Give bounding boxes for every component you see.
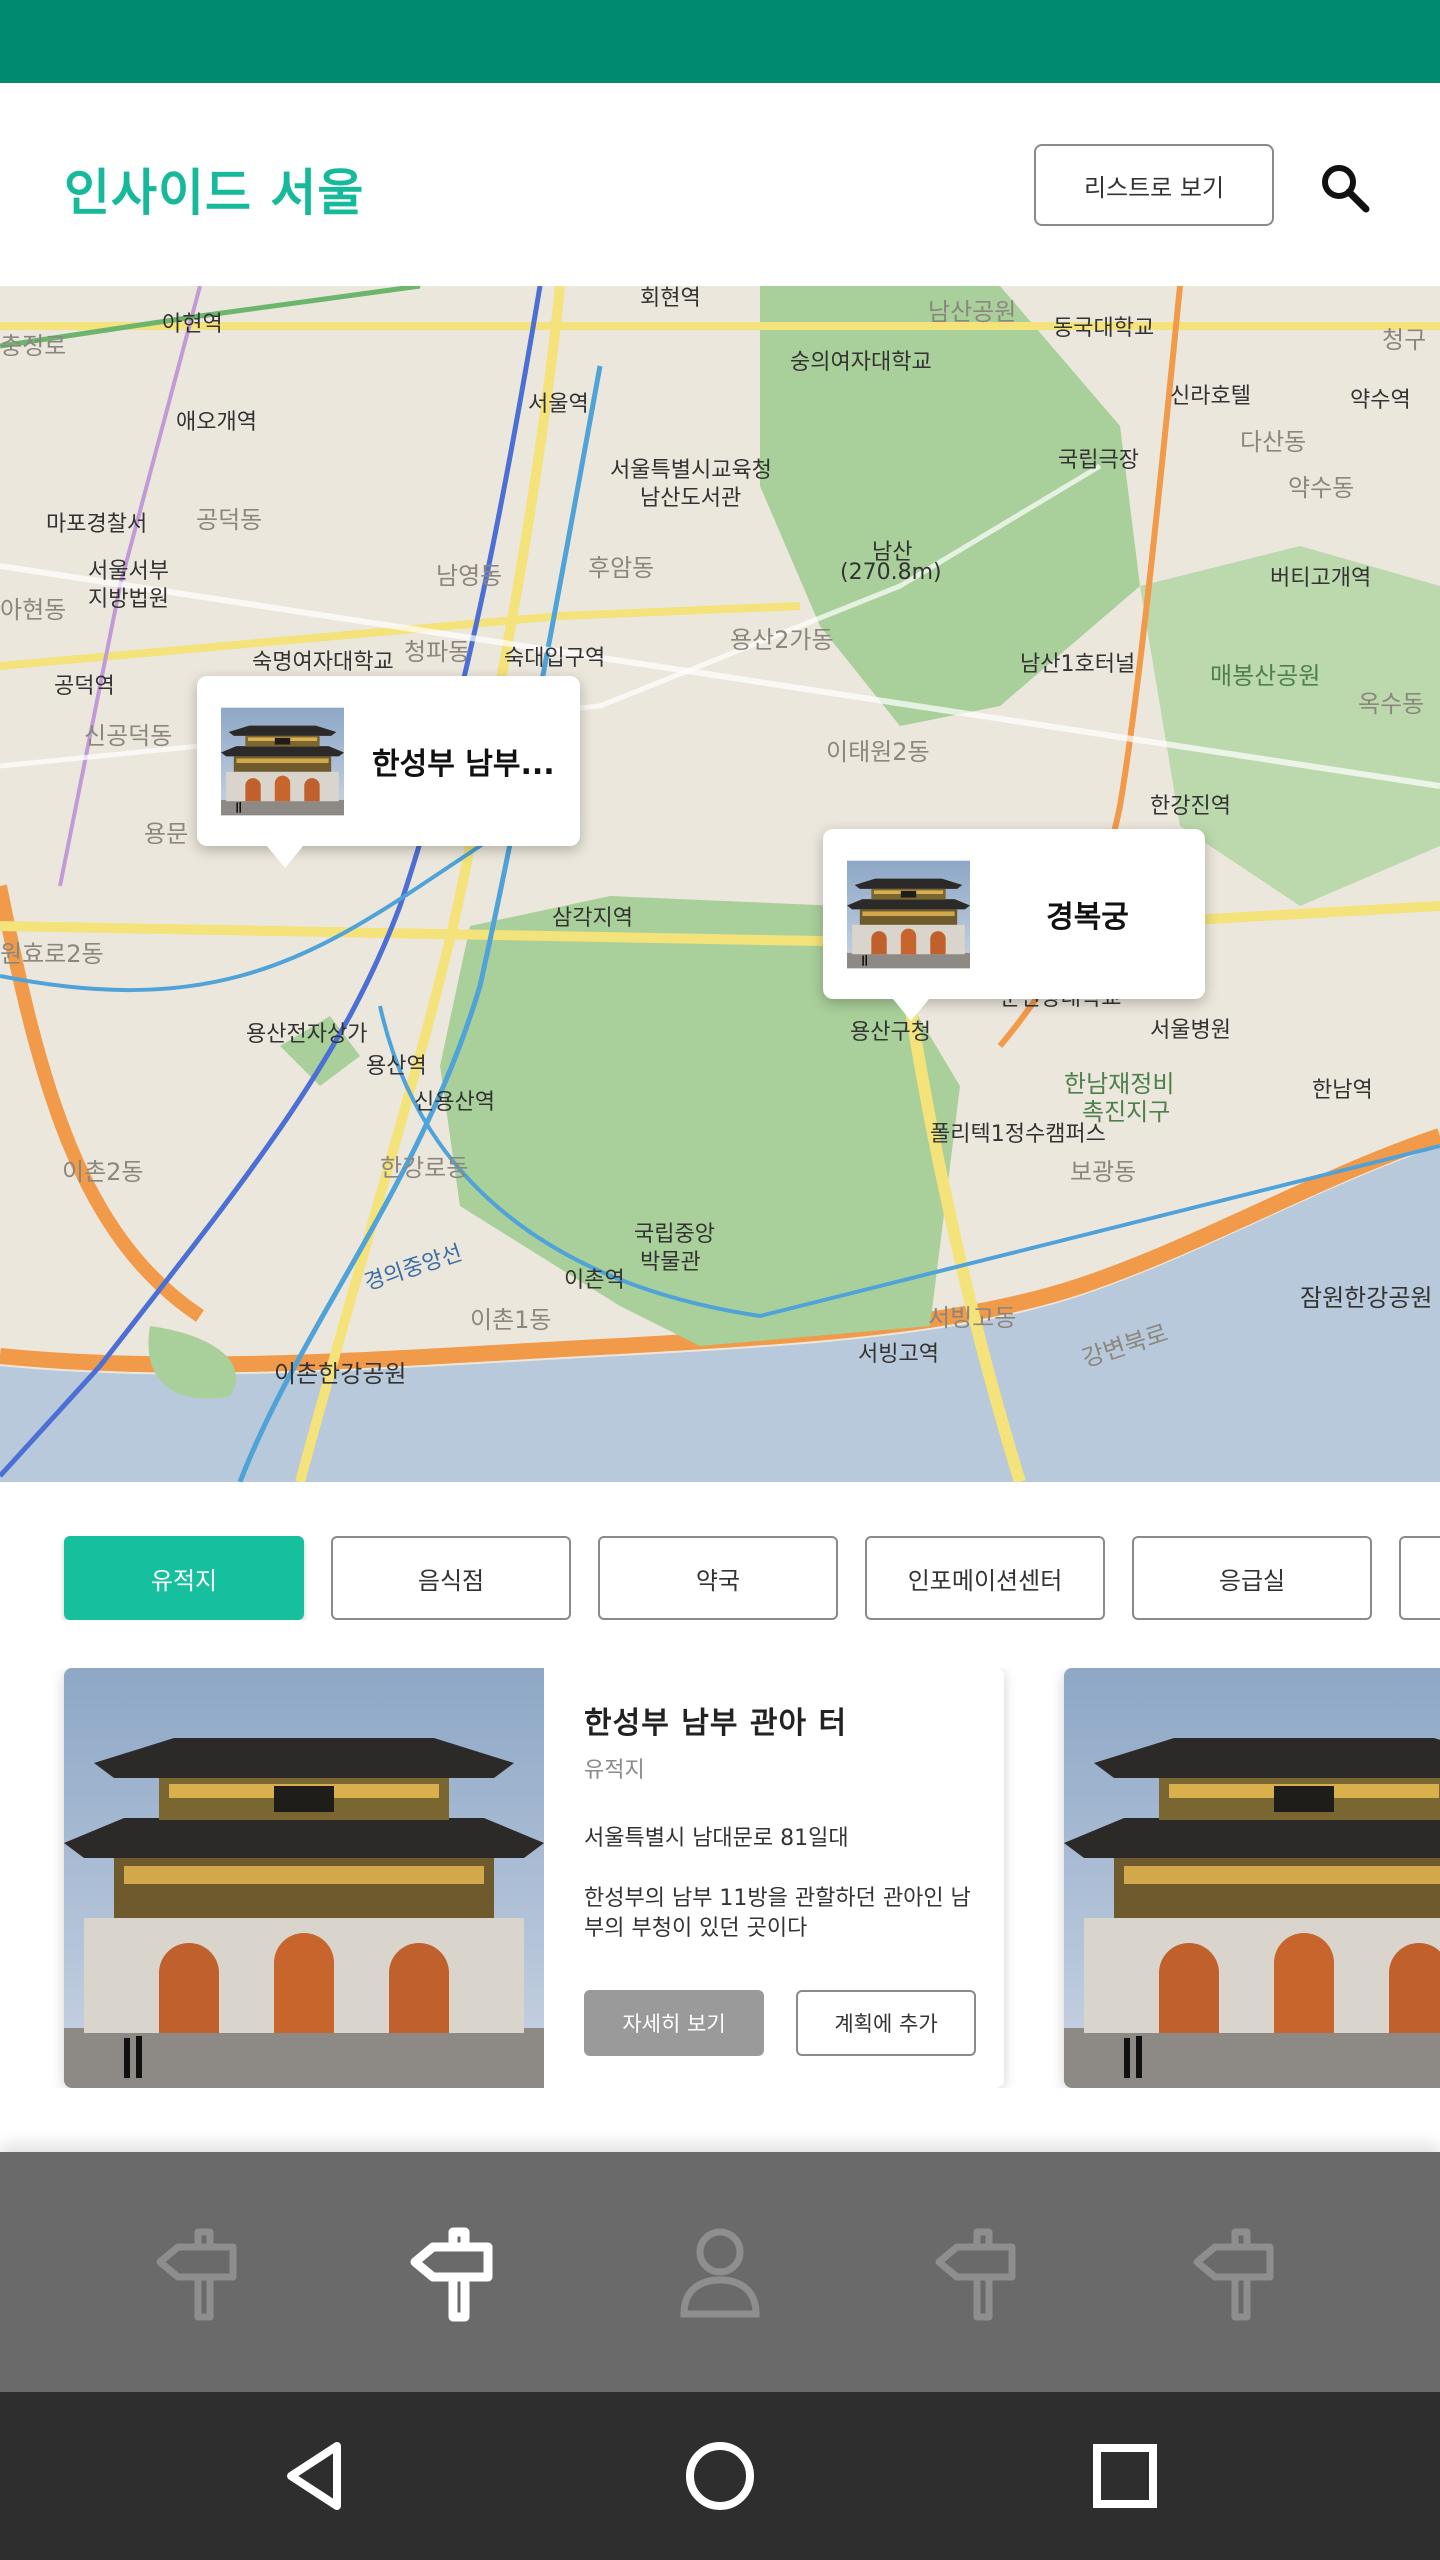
signpost-icon[interactable] bbox=[1180, 2217, 1290, 2327]
map-label: 약수역 bbox=[1350, 388, 1411, 413]
map-label: 원효로2동 bbox=[0, 940, 104, 968]
map-label: 아현동 bbox=[0, 596, 67, 624]
map-label: 보광동 bbox=[1070, 1158, 1137, 1186]
map-label: 신공덕동 bbox=[84, 722, 173, 750]
map-label: 잠원한강공원 bbox=[1300, 1284, 1433, 1312]
map-label: 충정로 bbox=[0, 332, 67, 360]
map-label: 서울서부지방법원 bbox=[88, 559, 169, 612]
signpost-icon[interactable] bbox=[143, 2217, 253, 2327]
place-photo bbox=[1064, 1668, 1440, 2088]
category-chip-information-center[interactable]: 인포메이션센터 bbox=[865, 1536, 1105, 1620]
search-icon[interactable] bbox=[1310, 153, 1380, 223]
map-label: 버티고개역 bbox=[1270, 566, 1372, 591]
map-label: 박물관 bbox=[640, 1250, 701, 1275]
place-thumbnail bbox=[221, 700, 344, 823]
category-filter-bar: 유적지 음식점 약국 인포메이션센터 응급실 인 bbox=[0, 1536, 1440, 1620]
place-address: 서울특별시 남대문로 81일대 bbox=[584, 1826, 849, 1851]
map-marker-popup[interactable]: 경복궁 bbox=[823, 829, 1205, 1021]
status-bar bbox=[0, 0, 1440, 83]
popup-title: 한성부 남부... bbox=[372, 747, 555, 782]
map-label: 용산2가동 bbox=[730, 626, 834, 654]
view-details-button[interactable]: 자세히 보기 bbox=[584, 1990, 764, 2056]
map-label: 서빙고역 bbox=[858, 1342, 939, 1367]
signpost-icon[interactable] bbox=[922, 2217, 1032, 2327]
app-header: 인사이드 서울 리스트로 보기 bbox=[0, 83, 1440, 286]
place-category: 유적지 bbox=[584, 1758, 645, 1783]
bottom-navigation bbox=[0, 2152, 1440, 2392]
recents-icon[interactable] bbox=[1075, 2426, 1175, 2526]
place-card[interactable]: 한성부 남부 관아 터 유적지 서울특별시 남대문로 81일대 한성부의 남부 … bbox=[64, 1668, 1004, 2088]
map-label: 애오개역 bbox=[176, 410, 257, 435]
app-title: 인사이드 서울 bbox=[64, 164, 365, 222]
category-chip-emergency-room[interactable]: 응급실 bbox=[1132, 1536, 1372, 1620]
place-card-body: 한성부 남부 관아 터 유적지 서울특별시 남대문로 81일대 한성부의 남부 … bbox=[584, 1668, 984, 2088]
category-chip-more[interactable]: 인 bbox=[1399, 1536, 1440, 1620]
map-label: 이촌1동 bbox=[470, 1306, 552, 1334]
map-label: 신라호텔 bbox=[1170, 384, 1251, 409]
map-label: 한강진역 bbox=[1150, 794, 1231, 819]
map-label: 후암동 bbox=[588, 554, 655, 582]
place-card-carousel[interactable]: 한성부 남부 관아 터 유적지 서울특별시 남대문로 81일대 한성부의 남부 … bbox=[0, 1668, 1440, 2088]
place-description: 한성부의 남부 11방을 관할하던 관아인 남부의 부청이 있던 곳이다 bbox=[584, 1886, 971, 1941]
map-label: 회현역 bbox=[640, 286, 701, 311]
category-chip-restaurant[interactable]: 음식점 bbox=[331, 1536, 571, 1620]
add-to-plan-button[interactable]: 계획에 추가 bbox=[796, 1990, 976, 2056]
map-label: 서울병원 bbox=[1150, 1018, 1231, 1043]
map-label: 공덕동 bbox=[196, 506, 263, 534]
map-label: 약수동 bbox=[1288, 474, 1355, 502]
map-label: 서울역 bbox=[528, 392, 589, 417]
map-label: (270.8m) bbox=[840, 560, 942, 585]
map-label: 한강로동 bbox=[380, 1154, 469, 1182]
place-photo bbox=[64, 1668, 544, 2088]
map-label: 남영동 bbox=[436, 562, 503, 590]
person-icon[interactable] bbox=[665, 2217, 775, 2327]
map-label: 이태원2동 bbox=[826, 738, 930, 766]
category-chip-historic-site[interactable]: 유적지 bbox=[64, 1536, 304, 1620]
map-label: 국립극장 bbox=[1058, 448, 1139, 473]
map-label: 숙대입구역 bbox=[504, 646, 606, 671]
map-label: 매봉산공원 bbox=[1210, 662, 1321, 690]
map-label: 용문 bbox=[144, 820, 189, 848]
list-view-button[interactable]: 리스트로 보기 bbox=[1034, 144, 1274, 226]
popup-title: 경복궁 bbox=[1046, 900, 1129, 935]
map-label: 아현역 bbox=[162, 312, 223, 337]
place-thumbnail bbox=[847, 853, 970, 976]
back-icon[interactable] bbox=[265, 2426, 365, 2526]
map-label: 다산동 bbox=[1240, 428, 1307, 456]
map-label: 청구 bbox=[1382, 326, 1427, 354]
map-label: 이촌2동 bbox=[62, 1158, 144, 1186]
map-label: 남산1호터널 bbox=[1020, 652, 1136, 677]
map-label: 숙명여자대학교 bbox=[252, 650, 394, 675]
map-label: 옥수동 bbox=[1358, 690, 1425, 718]
map-label: 용산역 bbox=[366, 1054, 427, 1079]
map-label: 공덕역 bbox=[54, 674, 115, 699]
home-icon[interactable] bbox=[670, 2426, 770, 2526]
map-label: 이촌한강공원 bbox=[274, 1360, 407, 1388]
map-label: 서빙고동 bbox=[928, 1304, 1017, 1332]
map-label: 삼각지역 bbox=[552, 906, 633, 931]
map-label: 남산도서관 bbox=[640, 486, 742, 511]
map-view[interactable]: 아현역 충정로 회현역 남산공원 동국대학교 청구 애오개역 서울역 숭의여자대… bbox=[0, 286, 1440, 1482]
place-title: 한성부 남부 관아 터 bbox=[584, 1706, 848, 1741]
map-label: 청파동 bbox=[404, 638, 471, 666]
map-label: 한남역 bbox=[1312, 1078, 1373, 1103]
map-label: 신용산역 bbox=[414, 1090, 495, 1115]
map-label: 남산공원 bbox=[928, 298, 1017, 326]
signpost-icon[interactable] bbox=[398, 2217, 508, 2327]
system-navigation-bar bbox=[0, 2392, 1440, 2560]
map-label: 동국대학교 bbox=[1053, 316, 1155, 341]
category-chip-pharmacy[interactable]: 약국 bbox=[598, 1536, 838, 1620]
map-label: 이촌역 bbox=[564, 1268, 625, 1293]
place-card[interactable] bbox=[1064, 1668, 1440, 2088]
map-label: 폴리텍1정수캠퍼스 bbox=[930, 1122, 1106, 1147]
map-label: 숭의여자대학교 bbox=[790, 350, 932, 375]
map-label: 마포경찰서 bbox=[46, 512, 148, 537]
map-label: 용산전자상가 bbox=[246, 1022, 368, 1047]
map-marker-popup[interactable]: 한성부 남부... bbox=[197, 676, 580, 868]
